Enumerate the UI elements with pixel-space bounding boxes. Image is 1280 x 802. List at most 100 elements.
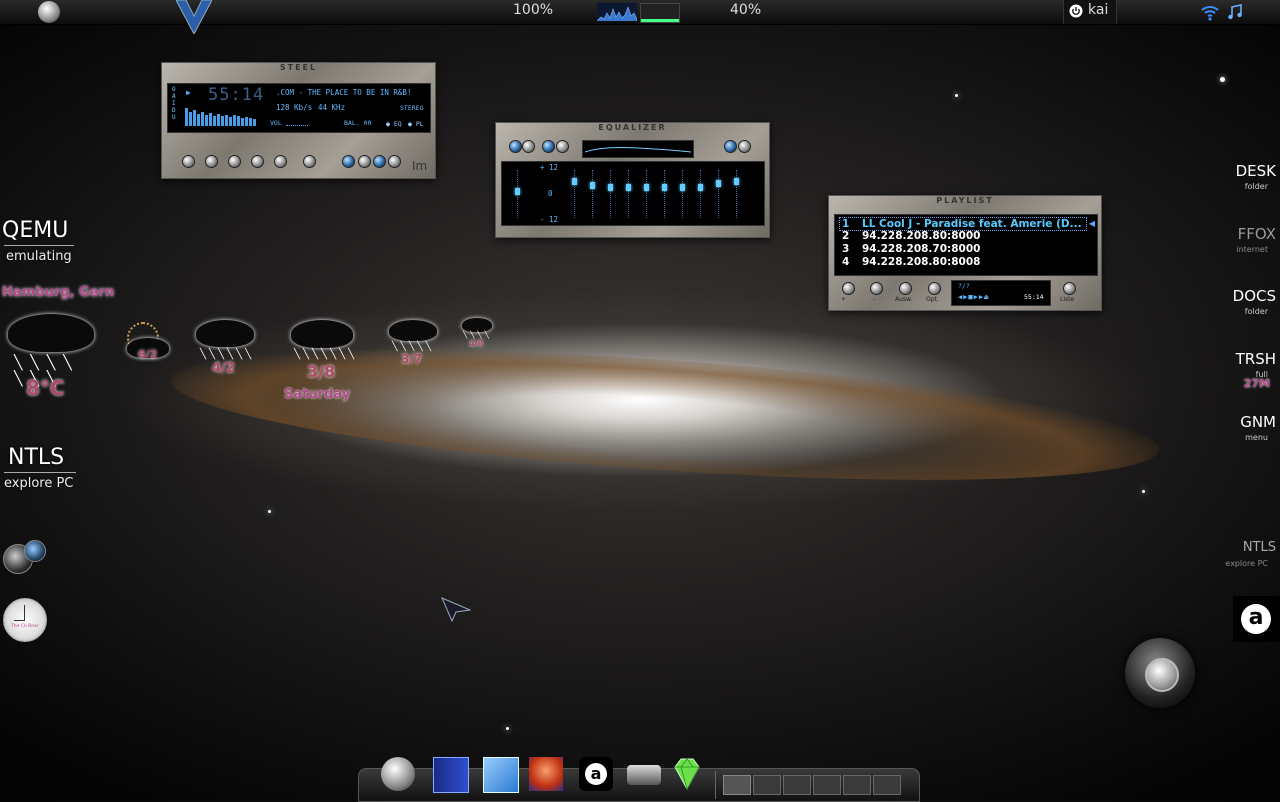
- playlist-row-2[interactable]: 2 94.228.208.80:8000: [839, 230, 1085, 242]
- volume-slider[interactable]: [286, 124, 308, 126]
- eq-band-slider-9-track: [718, 170, 721, 218]
- weather-location: Hamburg, Gern: [2, 285, 115, 300]
- toggle-b-button[interactable]: [388, 155, 401, 168]
- forecast-5-temp: 4/8: [469, 339, 484, 348]
- gnm-launcher-title[interactable]: GNM: [1240, 413, 1276, 431]
- forecast-5-rain-icon: ╲╲╲╲: [463, 331, 492, 339]
- prev-button[interactable]: [182, 155, 195, 168]
- power-icon: [1069, 4, 1083, 18]
- dock-desktop-icon[interactable]: [483, 757, 519, 793]
- app-menu-logo-icon[interactable]: [38, 1, 60, 23]
- pl-toggle[interactable]: ● PL: [408, 120, 424, 128]
- playlist-add-button[interactable]: [842, 282, 855, 295]
- stop-button[interactable]: [251, 155, 264, 168]
- playlist-row-1[interactable]: 1 LL Cool J - Paradise feat. Amerie (D..…: [839, 217, 1087, 231]
- playlist-scroll-icon[interactable]: ◀: [1089, 219, 1095, 228]
- star: [1220, 77, 1225, 82]
- playlist-select-button[interactable]: [899, 282, 912, 295]
- playlist-list[interactable]: 1 LL Cool J - Paradise feat. Amerie (D..…: [834, 214, 1098, 276]
- toggle-a-button[interactable]: [373, 155, 386, 168]
- stereo-indicator: STEREO: [400, 104, 424, 112]
- equalizer-window[interactable]: EQUALIZER + 12 0 - 12: [495, 122, 770, 238]
- playlist-list-label: Liste: [1060, 296, 1075, 303]
- eq-auto-button[interactable]: [522, 140, 535, 153]
- dock-app-menu-icon[interactable]: [381, 757, 415, 791]
- play-button[interactable]: [205, 155, 218, 168]
- ffox-launcher-title[interactable]: FFOX: [1238, 225, 1276, 243]
- dock-drive-icon[interactable]: [627, 765, 661, 785]
- star: [268, 510, 271, 513]
- eq-preamp-slider[interactable]: [515, 188, 520, 195]
- mini-transport-icons[interactable]: ◀▶■▶▶⏏: [958, 293, 989, 301]
- playlist-window[interactable]: PLAYLIST 1 LL Cool J - Paradise feat. Am…: [828, 195, 1102, 311]
- current-temp: 8°C: [26, 376, 65, 400]
- eq-band-slider-10[interactable]: [734, 178, 739, 185]
- playlist-row-4[interactable]: 4 94.228.208.80:8008: [839, 256, 1085, 268]
- play-time: 55:14: [208, 85, 265, 105]
- eject-button[interactable]: [303, 155, 316, 168]
- eq-curve-display: [582, 140, 694, 158]
- balance-label: BAL. 00: [344, 119, 372, 127]
- analog-clock[interactable]: The Ck Bear: [3, 598, 47, 642]
- eq-preset-b-button[interactable]: [556, 140, 569, 153]
- dock-game-icon[interactable]: [529, 757, 563, 791]
- dock-amazon-icon[interactable]: a: [579, 757, 613, 791]
- eq-band-slider-2[interactable]: [590, 182, 595, 189]
- docs-launcher-title[interactable]: DOCS: [1233, 287, 1276, 305]
- playlist-row-3[interactable]: 3 94.228.208.70:8000: [839, 243, 1085, 255]
- playlist-remove-button[interactable]: [870, 282, 883, 295]
- eq-band-slider-7[interactable]: [680, 184, 685, 191]
- pause-button[interactable]: [228, 155, 241, 168]
- v-logo-icon[interactable]: [176, 0, 212, 34]
- next-button[interactable]: [274, 155, 287, 168]
- playlist-options-button[interactable]: [928, 282, 941, 295]
- eq-band-slider-6[interactable]: [662, 184, 667, 191]
- workspace-2[interactable]: [753, 775, 781, 795]
- eq-plus-label: + 12: [540, 163, 559, 172]
- repeat-button[interactable]: [358, 155, 371, 168]
- workspace-5[interactable]: [843, 775, 871, 795]
- eq-band-slider-8[interactable]: [698, 184, 703, 191]
- eq-on-button[interactable]: [509, 140, 522, 153]
- music-note-icon[interactable]: [1226, 3, 1244, 21]
- eq-band-slider-9[interactable]: [716, 180, 721, 187]
- amazon-launcher-icon[interactable]: a: [1233, 596, 1280, 642]
- mixer-knob-small-icon[interactable]: [24, 540, 46, 562]
- eq-band-slider-5[interactable]: [644, 184, 649, 191]
- trash-launcher-title[interactable]: TRSH: [1236, 350, 1276, 368]
- desk-launcher-title[interactable]: DESK: [1236, 162, 1276, 180]
- cpu-percent: 100%: [513, 2, 554, 18]
- eq-presets-button[interactable]: [724, 140, 737, 153]
- playlist-list-button[interactable]: [1063, 282, 1076, 295]
- eq-preset-a-button[interactable]: [542, 140, 555, 153]
- wifi-icon[interactable]: [1200, 3, 1220, 21]
- workspace-6[interactable]: [873, 775, 901, 795]
- playlist-select-label: Ausw.: [895, 296, 913, 303]
- forecast-5-cloud-icon: [462, 318, 492, 332]
- workspace-3[interactable]: [783, 775, 811, 795]
- dock-emerald-icon[interactable]: [671, 757, 703, 791]
- user-menu[interactable]: kai: [1063, 0, 1117, 24]
- workspace-switcher[interactable]: [723, 775, 907, 795]
- ntls-right-launcher-title[interactable]: NTLS: [1243, 540, 1276, 555]
- player-title: STEEL: [279, 63, 318, 72]
- workspace-1[interactable]: [723, 775, 751, 795]
- eq-band-slider-1[interactable]: [572, 178, 577, 185]
- qemu-divider: [4, 245, 74, 246]
- eq-band-slider-7-track: [682, 170, 685, 218]
- eq-band-slider-4[interactable]: [626, 184, 631, 191]
- dock-separator: [715, 771, 716, 799]
- eq-toggle[interactable]: ● EQ: [386, 120, 402, 128]
- dock-book-icon[interactable]: [433, 757, 469, 793]
- qemu-launcher-title[interactable]: QEMU: [2, 218, 68, 243]
- eq-close-button[interactable]: [738, 140, 751, 153]
- xmms-player-window[interactable]: STEEL OAIDU ▶ 55:14 .COM - THE PLACE TO …: [161, 62, 436, 179]
- ntls-launcher-title[interactable]: NTLS: [8, 445, 64, 470]
- playlist-options-label: Opt.: [926, 296, 939, 303]
- workspace-4[interactable]: [813, 775, 841, 795]
- eq-band-slider-3[interactable]: [608, 184, 613, 191]
- media-orb-button-icon[interactable]: [1125, 638, 1195, 708]
- mini-track-info: ?/?: [958, 282, 970, 290]
- clock-brand: The Ck Bear: [11, 624, 39, 629]
- shuffle-button[interactable]: [342, 155, 355, 168]
